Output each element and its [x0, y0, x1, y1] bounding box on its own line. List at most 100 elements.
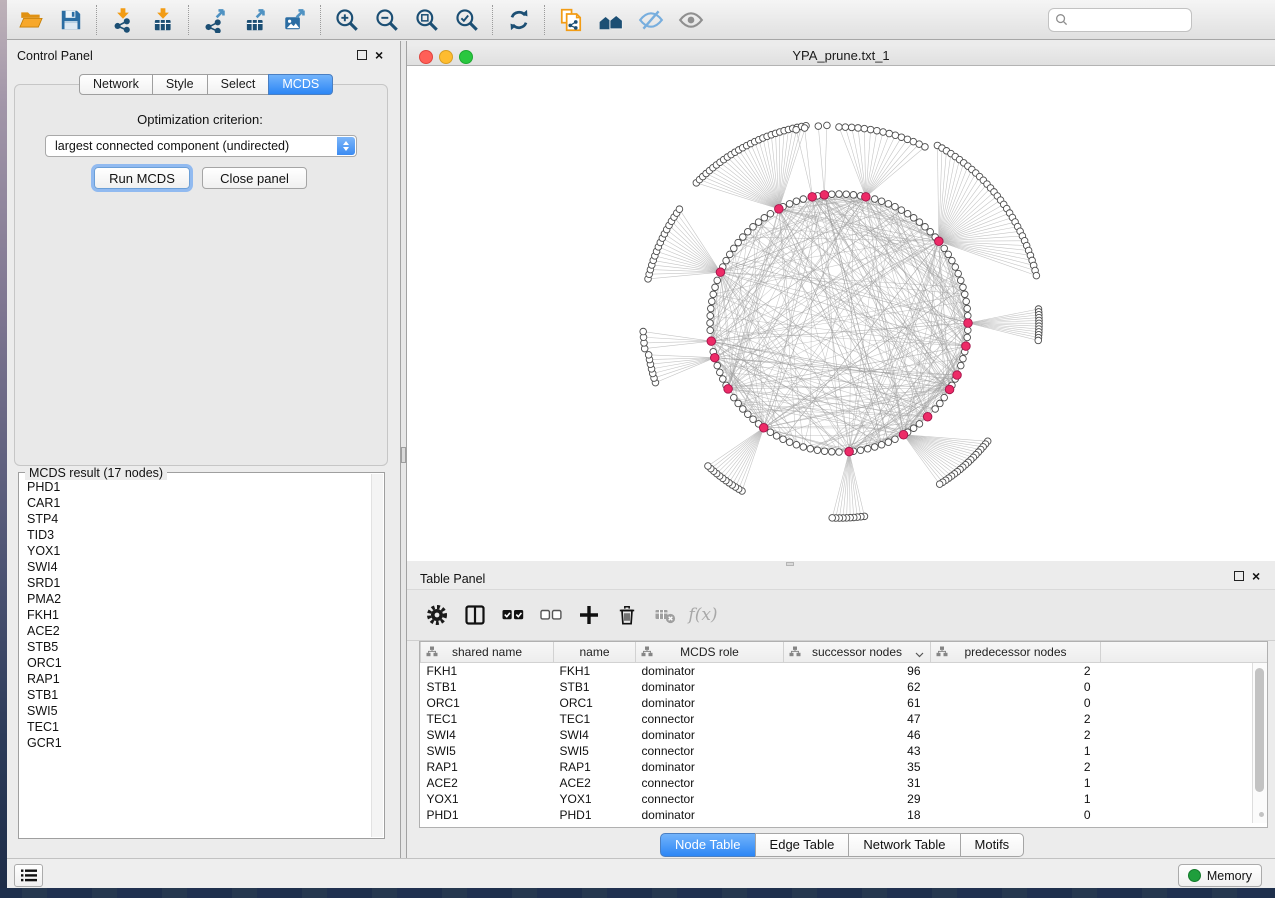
leaf-node[interactable] — [1035, 337, 1042, 344]
tab-motifs[interactable]: Motifs — [960, 833, 1025, 857]
ring-node[interactable] — [744, 411, 751, 418]
table-panel-float-icon[interactable] — [1234, 571, 1244, 581]
ring-node[interactable] — [814, 447, 821, 454]
ring-node[interactable] — [960, 355, 967, 362]
dominator-node[interactable] — [953, 371, 962, 380]
dominator-node[interactable] — [945, 385, 954, 394]
export-table-icon[interactable] — [235, 3, 275, 37]
leaf-node[interactable] — [836, 124, 843, 131]
ring-node[interactable] — [800, 196, 807, 203]
ring-node[interactable] — [857, 447, 864, 454]
table-scrollbar[interactable] — [1252, 663, 1267, 823]
dominator-node[interactable] — [710, 353, 719, 362]
mcds-result-item[interactable]: ORC1 — [20, 655, 371, 671]
ring-node[interactable] — [878, 198, 885, 205]
ring-node[interactable] — [708, 305, 715, 312]
ring-node[interactable] — [836, 191, 843, 198]
zoom-in-icon[interactable] — [327, 3, 367, 37]
mcds-result-item[interactable]: SWI4 — [20, 559, 371, 575]
leaf-node[interactable] — [824, 122, 831, 129]
ring-node[interactable] — [717, 369, 724, 376]
column-header-shared-name[interactable]: shared name — [421, 642, 554, 663]
ring-node[interactable] — [932, 406, 939, 413]
clear-table-icon[interactable] — [649, 599, 681, 631]
first-neighbors-icon[interactable] — [591, 3, 631, 37]
leaf-node[interactable] — [705, 463, 712, 470]
mcds-result-item[interactable]: STP4 — [20, 511, 371, 527]
mcds-result-item[interactable]: STB1 — [20, 687, 371, 703]
ring-node[interactable] — [945, 251, 952, 258]
refresh-icon[interactable] — [499, 3, 539, 37]
memory-button[interactable]: Memory — [1178, 864, 1262, 887]
ring-node[interactable] — [952, 264, 959, 271]
zoom-out-icon[interactable] — [367, 3, 407, 37]
control-panel-close-icon[interactable]: × — [375, 50, 383, 60]
mcds-result-item[interactable]: GCR1 — [20, 735, 371, 751]
ring-node[interactable] — [964, 312, 971, 319]
ring-node[interactable] — [712, 284, 719, 291]
ring-node[interactable] — [821, 448, 828, 455]
leaf-node[interactable] — [829, 515, 836, 522]
add-icon[interactable] — [573, 599, 605, 631]
network-window-titlebar[interactable]: YPA_prune.txt_1 — [407, 45, 1275, 66]
table-row[interactable]: PHD1PHD1dominator180 — [421, 807, 1269, 823]
tab-network[interactable]: Network — [79, 74, 153, 95]
ring-node[interactable] — [786, 439, 793, 446]
table-row[interactable]: SWI4SWI4dominator462 — [421, 727, 1269, 743]
ring-node[interactable] — [910, 425, 917, 432]
ring-node[interactable] — [710, 291, 717, 298]
horizontal-splitter-handle[interactable] — [786, 562, 794, 566]
save-icon[interactable] — [51, 3, 91, 37]
mcds-result-item[interactable]: PHD1 — [20, 479, 371, 495]
criterion-dropdown[interactable]: largest connected component (undirected) — [45, 135, 357, 157]
dominator-node[interactable] — [820, 191, 829, 200]
ring-node[interactable] — [955, 270, 962, 277]
mcds-result-item[interactable]: STB5 — [20, 639, 371, 655]
dominator-node[interactable] — [724, 385, 733, 394]
dominator-node[interactable] — [962, 342, 971, 351]
ring-node[interactable] — [836, 449, 843, 456]
table-scrollbar-thumb[interactable] — [1255, 668, 1264, 792]
leaf-node[interactable] — [922, 144, 929, 151]
ring-node[interactable] — [828, 448, 835, 455]
leaf-node[interactable] — [1033, 272, 1040, 279]
tab-mcds[interactable]: MCDS — [268, 74, 333, 95]
ring-node[interactable] — [807, 445, 814, 452]
mcds-result-item[interactable]: SRD1 — [20, 575, 371, 591]
export-image-icon[interactable] — [275, 3, 315, 37]
ring-node[interactable] — [723, 257, 730, 264]
ring-node[interactable] — [786, 201, 793, 208]
ring-node[interactable] — [885, 439, 892, 446]
mcds-result-item[interactable]: PMA2 — [20, 591, 371, 607]
dominator-node[interactable] — [775, 205, 784, 214]
ring-node[interactable] — [922, 224, 929, 231]
ring-node[interactable] — [949, 257, 956, 264]
ring-node[interactable] — [755, 219, 762, 226]
leaf-node[interactable] — [793, 126, 800, 133]
ring-node[interactable] — [780, 436, 787, 443]
ring-node[interactable] — [871, 444, 878, 451]
leaf-node[interactable] — [874, 127, 881, 134]
ring-node[interactable] — [941, 394, 948, 401]
zoom-fit-icon[interactable] — [407, 3, 447, 37]
leaf-node[interactable] — [801, 125, 808, 132]
ring-node[interactable] — [843, 191, 850, 198]
dominator-node[interactable] — [707, 337, 716, 346]
leaf-node[interactable] — [936, 481, 943, 488]
table-row[interactable]: FKH1FKH1dominator962 — [421, 663, 1269, 680]
select-all-icon[interactable] — [497, 599, 529, 631]
ring-node[interactable] — [916, 421, 923, 428]
ring-node[interactable] — [957, 362, 964, 369]
ring-node[interactable] — [927, 228, 934, 235]
leaf-node[interactable] — [640, 328, 647, 335]
ring-node[interactable] — [937, 400, 944, 407]
ring-node[interactable] — [730, 245, 737, 252]
leaf-node[interactable] — [867, 126, 874, 133]
ring-node[interactable] — [963, 298, 970, 305]
tab-style[interactable]: Style — [152, 74, 208, 95]
tab-node-table[interactable]: Node Table — [660, 833, 756, 857]
leaf-node[interactable] — [645, 352, 652, 359]
show-all-icon[interactable] — [671, 3, 711, 37]
leaf-node[interactable] — [861, 125, 868, 132]
table-row[interactable]: TEC1TEC1connector472 — [421, 711, 1269, 727]
